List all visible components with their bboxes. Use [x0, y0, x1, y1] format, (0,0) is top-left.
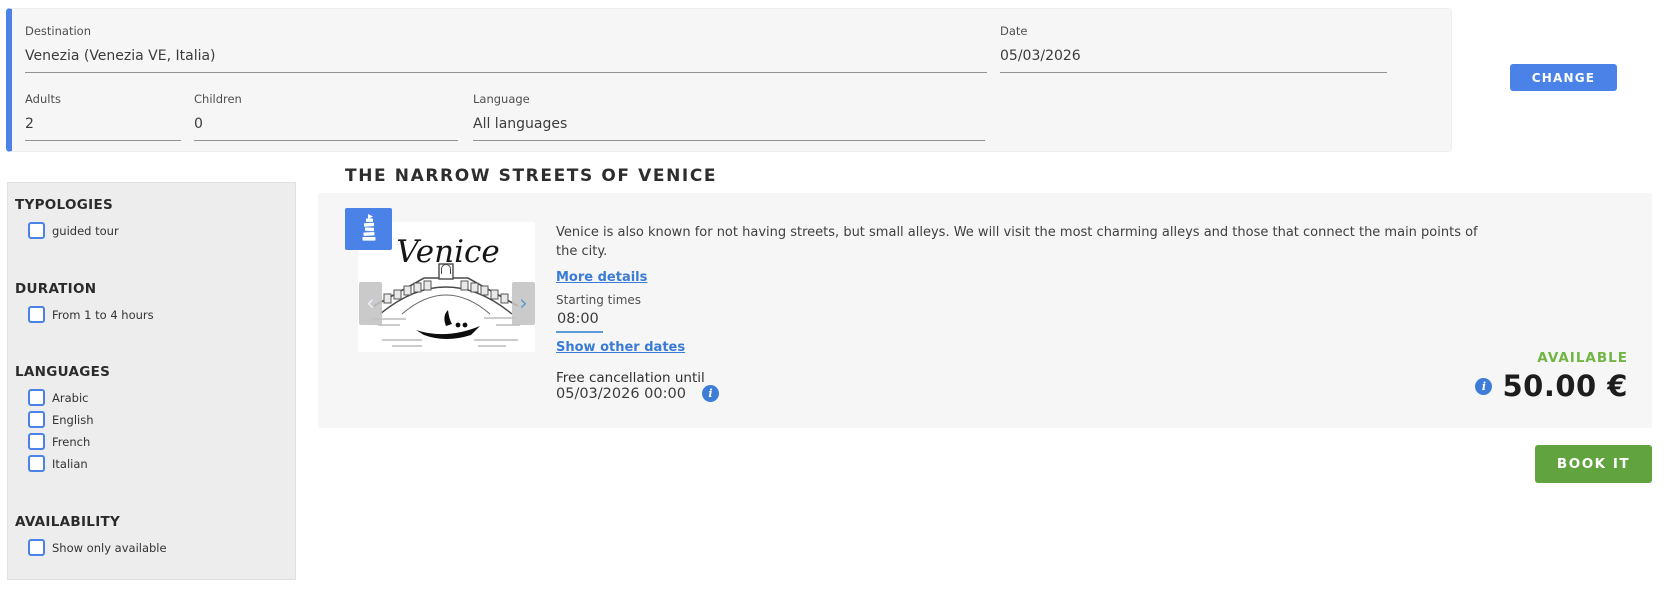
adults-label: Adults [25, 92, 181, 106]
info-icon[interactable]: i [702, 385, 719, 402]
change-button[interactable]: CHANGE [1510, 64, 1617, 91]
filter-option-label: From 1 to 4 hours [52, 308, 154, 322]
free-cancellation-label: Free cancellation until [556, 370, 705, 386]
duration-heading: DURATION [15, 281, 96, 297]
checkbox-icon[interactable] [28, 389, 45, 406]
filter-option-label: guided tour [52, 224, 119, 238]
children-label: Children [194, 92, 458, 106]
availability-status-badge: AVAILABLE [1537, 350, 1628, 366]
children-input[interactable]: 0 [194, 116, 458, 141]
languages-heading: LANGUAGES [15, 364, 110, 380]
filter-option-duration-1-4[interactable]: From 1 to 4 hours [28, 306, 154, 323]
language-label: Language [473, 92, 985, 106]
checkbox-icon[interactable] [28, 222, 45, 239]
date-label: Date [1000, 24, 1387, 38]
carousel-next-button[interactable]: › [512, 282, 535, 325]
carousel-prev-button[interactable]: ‹ [359, 282, 382, 325]
show-other-dates-link[interactable]: Show other dates [556, 340, 685, 355]
tour-price: 50.00 € [1502, 369, 1628, 403]
price-info-icon[interactable]: i [1475, 378, 1492, 395]
destination-input[interactable]: Venezia (Venezia VE, Italia) [25, 48, 987, 73]
filter-option-label: Italian [52, 457, 88, 471]
language-select[interactable]: All languages [473, 116, 985, 141]
tour-title: THE NARROW STREETS OF VENICE [345, 166, 717, 186]
filter-option-label: Show only available [52, 541, 167, 555]
typologies-heading: TYPOLOGIES [15, 197, 113, 213]
filter-option-arabic[interactable]: Arabic [28, 389, 88, 406]
filter-option-english[interactable]: English [28, 411, 94, 428]
checkbox-icon[interactable] [28, 411, 45, 428]
checkbox-icon[interactable] [28, 539, 45, 556]
more-details-link[interactable]: More details [556, 270, 647, 285]
search-panel: Destination Venezia (Venezia VE, Italia)… [6, 8, 1452, 152]
tour-description: Venice is also known for not having stre… [556, 223, 1501, 261]
date-input[interactable]: 05/03/2026 [1000, 48, 1387, 73]
adults-input[interactable]: 2 [25, 116, 181, 141]
date-field[interactable]: Date 05/03/2026 [1000, 24, 1387, 73]
filter-option-italian[interactable]: Italian [28, 455, 88, 472]
chevron-left-icon: ‹ [366, 291, 374, 315]
filter-option-label: French [52, 435, 90, 449]
checkbox-icon[interactable] [28, 306, 45, 323]
starting-times-label: Starting times [556, 293, 641, 307]
destination-field[interactable]: Destination Venezia (Venezia VE, Italia) [25, 24, 987, 73]
price-row: i 50.00 € [1475, 369, 1628, 403]
chevron-right-icon: › [519, 291, 527, 315]
children-field[interactable]: Children 0 [194, 92, 458, 141]
availability-heading: AVAILABILITY [15, 514, 120, 530]
destination-label: Destination [25, 24, 987, 38]
starting-time-option[interactable]: 08:00 [556, 311, 603, 333]
tour-card: Venice [318, 193, 1652, 428]
tour-search-page: Destination Venezia (Venezia VE, Italia)… [0, 0, 1670, 594]
free-cancellation-datetime: 05/03/2026 00:00 [556, 386, 686, 402]
filter-option-french[interactable]: French [28, 433, 90, 450]
filter-option-guided-tour[interactable]: guided tour [28, 222, 119, 239]
adults-field[interactable]: Adults 2 [25, 92, 181, 141]
filter-option-label: English [52, 413, 94, 427]
filter-option-show-only-available[interactable]: Show only available [28, 539, 167, 556]
free-cancellation-row: 05/03/2026 00:00 i [556, 385, 719, 402]
language-field[interactable]: Language All languages [473, 92, 985, 141]
book-it-button[interactable]: BOOK IT [1535, 445, 1652, 483]
checkbox-icon[interactable] [28, 433, 45, 450]
checkbox-icon[interactable] [28, 455, 45, 472]
filter-option-label: Arabic [52, 391, 88, 405]
filters-sidebar: TYPOLOGIES guided tour DURATION From 1 t… [7, 182, 296, 580]
monument-tower-icon [345, 208, 392, 250]
